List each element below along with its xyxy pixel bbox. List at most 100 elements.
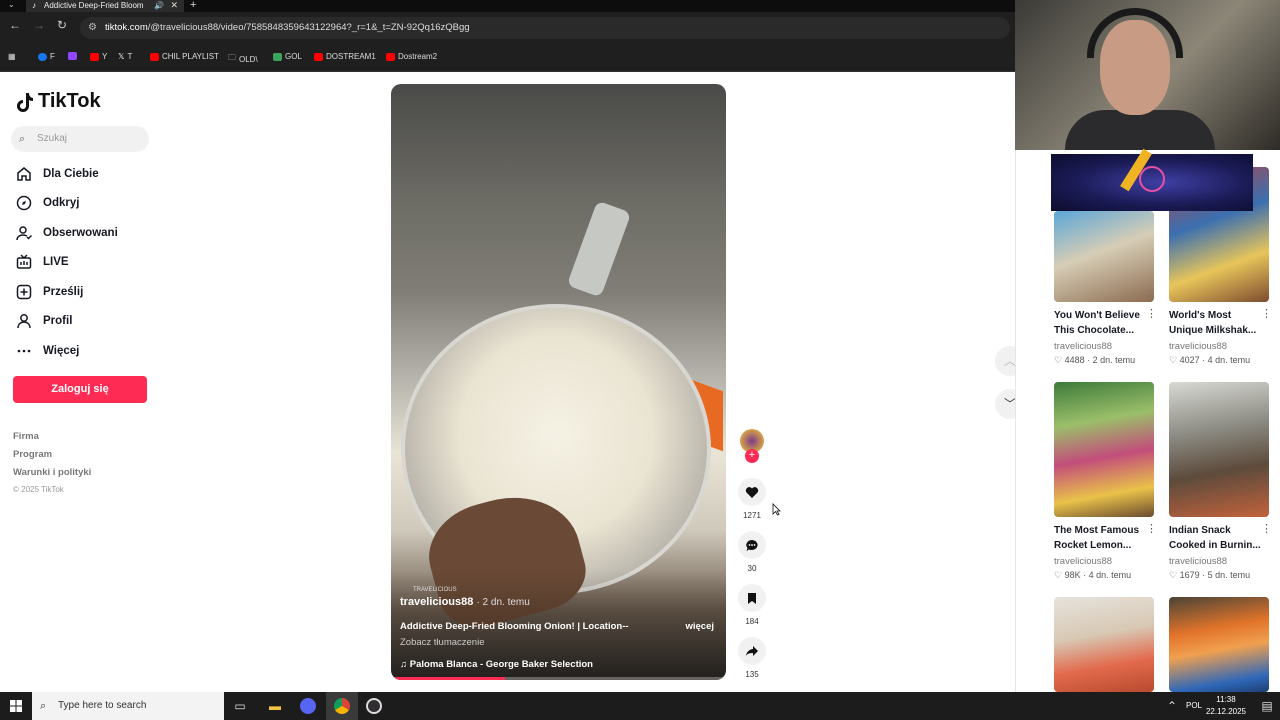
footer-link-program[interactable]: Program (13, 449, 52, 460)
share-icon (746, 646, 758, 656)
login-button[interactable]: Zaloguj się (13, 376, 147, 403)
notifications-icon[interactable]: ▤ (1254, 692, 1280, 720)
browser-tab[interactable]: ♪ Addictive Deep-Fried Bloom 🔊 ✕ (26, 0, 184, 12)
bookmark-facebook[interactable]: F (38, 52, 55, 61)
like-count: 4027 (1179, 355, 1200, 365)
comment-count: 30 (747, 564, 757, 573)
video-frame-bottle (566, 200, 632, 298)
close-tab-icon[interactable]: ✕ (170, 0, 178, 11)
tab-menu-icon[interactable]: ⌄ (8, 0, 15, 9)
heart-icon (745, 486, 759, 498)
comment-button[interactable] (738, 531, 766, 559)
description-more-link[interactable]: więcej (685, 621, 714, 632)
language-indicator[interactable]: POL (1186, 701, 1202, 710)
see-translation-link[interactable]: Zobacz tłumaczenie (400, 637, 484, 648)
follow-plus-icon[interactable]: + (745, 449, 759, 463)
recommended-thumbnail[interactable] (1169, 382, 1269, 517)
sidebar-item-profile[interactable]: Profil (16, 310, 72, 332)
recommended-user[interactable]: travelicious88 (1169, 556, 1227, 567)
obs-app-icon[interactable] (358, 692, 390, 720)
new-tab-icon[interactable]: + (190, 0, 196, 11)
recommended-thumbnail[interactable] (1054, 597, 1154, 692)
sidebar-item-upload[interactable]: Prześlij (16, 281, 83, 303)
share-action[interactable]: 135 (738, 637, 766, 679)
sidebar-item-explore[interactable]: Odkryj (16, 192, 79, 214)
compass-icon (16, 195, 32, 211)
footer-link-company[interactable]: Firma (13, 431, 39, 442)
share-count: 135 (745, 670, 759, 679)
bookmark-x[interactable]: 𝕏T (118, 52, 132, 61)
search-input[interactable]: ⌕ Szukaj (11, 126, 149, 152)
sidebar-item-for-you[interactable]: Dla Ciebie (16, 163, 99, 185)
url-host: tiktok.com (105, 22, 148, 33)
sidebar-item-live[interactable]: LIVE (16, 251, 69, 273)
chrome-app-icon[interactable] (326, 692, 358, 720)
taskbar-search-input[interactable]: ⌕ Type here to search (32, 692, 224, 720)
forward-icon[interactable]: → (32, 18, 46, 32)
footer-link-terms[interactable]: Warunki i polityki (13, 467, 91, 478)
back-icon[interactable]: ← (8, 18, 22, 32)
tiktok-logo-icon (17, 92, 33, 112)
more-options-icon[interactable]: ⋮ (1261, 522, 1272, 535)
share-button[interactable] (738, 637, 766, 665)
recommended-title[interactable]: The Most Famous Rocket Lemon... (1054, 523, 1146, 553)
recommended-user[interactable]: travelicious88 (1054, 556, 1112, 567)
stream-alert-banner (1051, 148, 1253, 211)
time-ago: 5 dn. temu (1207, 570, 1251, 580)
save-button[interactable] (738, 584, 766, 612)
bookmark-twitch[interactable] (68, 52, 77, 60)
recommended-user[interactable]: travelicious88 (1054, 341, 1112, 352)
recommended-title[interactable]: You Won't Believe This Chocolate... (1054, 308, 1146, 338)
profile-icon (17, 314, 31, 329)
sidebar-item-more[interactable]: Więcej (16, 340, 79, 362)
like-count: 98K (1064, 570, 1081, 580)
browser-tab-strip: ⌄ ♪ Addictive Deep-Fried Bloom 🔊 ✕ + (0, 0, 1015, 12)
recommended-user[interactable]: travelicious88 (1169, 341, 1227, 352)
discord-app-icon[interactable] (292, 692, 324, 720)
task-view-icon[interactable]: ▭ (224, 692, 256, 720)
video-progress-bar[interactable] (391, 677, 726, 680)
speaker-icon[interactable]: 🔊 (154, 0, 164, 11)
reload-icon[interactable]: ↻ (55, 18, 69, 32)
following-icon (16, 226, 32, 241)
copyright: © 2025 TikTok (13, 485, 64, 494)
bookmark-dostream1[interactable]: DOSTREAM1 (314, 52, 376, 61)
video-player[interactable]: TRAVELICIOUS travelicious88 · 2 dn. temu… (391, 84, 726, 680)
more-options-icon[interactable]: ⋮ (1261, 307, 1272, 320)
recommended-thumbnail[interactable] (1054, 382, 1154, 517)
url-field[interactable]: ⚙ tiktok.com/@travelicious88/video/75858… (80, 17, 1010, 39)
like-action[interactable]: 1271 (738, 478, 766, 520)
like-button[interactable] (738, 478, 766, 506)
video-music[interactable]: ♫ Paloma Blanca - George Baker Selection (400, 659, 593, 670)
tiktok-logo[interactable]: TikTok (16, 90, 101, 113)
recommended-title[interactable]: Indian Snack Cooked in Burnin... (1169, 523, 1261, 553)
time-ago: 2 dn. temu (1092, 355, 1136, 365)
sidebar-item-following[interactable]: Obserwowani (16, 222, 118, 244)
recommended-thumbnail[interactable] (1054, 211, 1154, 302)
save-action[interactable]: 184 (738, 584, 766, 626)
more-options-icon[interactable]: ⋮ (1146, 522, 1157, 535)
show-hidden-icons-icon[interactable]: ⌃ (1160, 692, 1184, 720)
sidebar-item-label: LIVE (43, 256, 69, 268)
file-explorer-icon[interactable]: ▬ (259, 692, 291, 720)
bookmark-gol[interactable]: GOL (273, 52, 302, 61)
comment-action[interactable]: 30 (738, 531, 766, 573)
bookmark-dostream2[interactable]: Dostream2 (386, 52, 437, 61)
bookmark-chil-playlist[interactable]: CHIL PLAYLIST (150, 52, 219, 61)
more-options-icon[interactable]: ⋮ (1146, 307, 1157, 320)
windows-taskbar: ⌕ Type here to search ▭ ▬ ⌃ POL 11:38 22… (0, 692, 1280, 720)
sidebar-item-label: Odkryj (43, 197, 80, 209)
apps-grid-icon[interactable]: ▦ (8, 52, 16, 61)
bookmark-icon (748, 592, 756, 604)
video-author[interactable]: travelicious88 · 2 dn. temu (400, 596, 530, 608)
video-description: Addictive Deep-Fried Blooming Onion! | L… (400, 621, 629, 632)
search-placeholder: Szukaj (37, 133, 68, 144)
start-button[interactable] (0, 692, 32, 720)
bookmark-youtube[interactable]: Y (90, 52, 107, 61)
taskbar-clock[interactable]: 11:38 22.12.2025 (1204, 694, 1248, 718)
recommended-thumbnail[interactable] (1169, 597, 1269, 692)
banner-graphic-ring (1139, 166, 1165, 192)
bookmark-old-folder[interactable]: 🗀 OLD\ (228, 52, 258, 66)
site-info-icon[interactable]: ⚙ (88, 17, 97, 39)
recommended-title[interactable]: World's Most Unique Milkshak... (1169, 308, 1261, 338)
